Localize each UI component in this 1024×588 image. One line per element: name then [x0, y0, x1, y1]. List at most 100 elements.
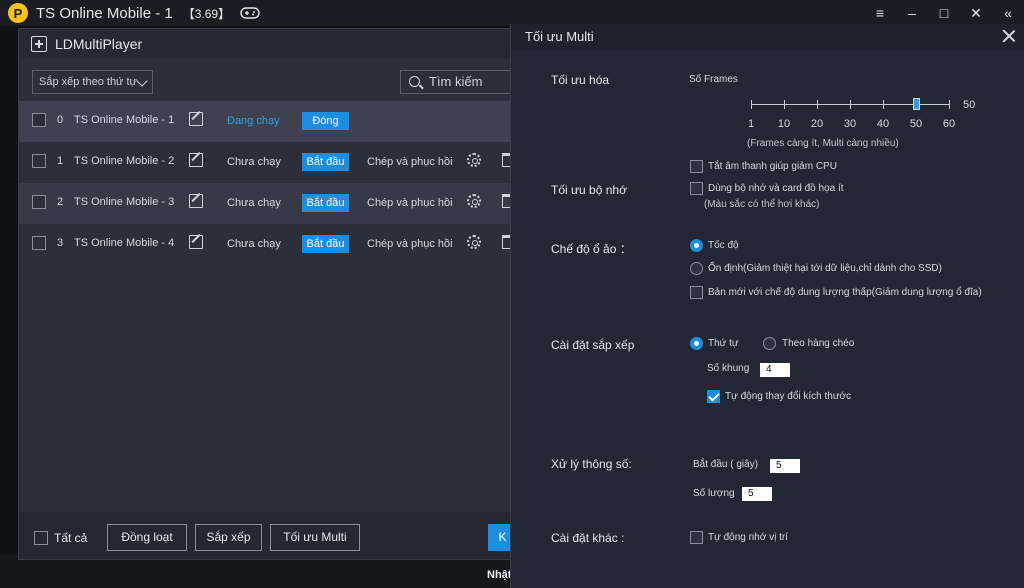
frames-slider-thumb[interactable] — [913, 98, 920, 110]
select-all-label: Tất cả — [54, 531, 88, 545]
low-memory-checkbox[interactable] — [690, 182, 703, 195]
search-placeholder: Tìm kiếm — [429, 74, 483, 89]
slider-tick — [751, 100, 752, 109]
disk-section-title: Chế độ ổ ảo ： — [551, 242, 632, 256]
instance-row[interactable]: 0 TS Online Mobile - 1 Đang chạy Đóng — [19, 101, 517, 142]
collapse-icon[interactable]: « — [992, 5, 1024, 21]
speed-radio[interactable] — [690, 239, 703, 252]
tick-label: 1 — [747, 118, 755, 130]
emulator-titlebar: P TS Online Mobile - 1 【3.69】 ≡ – □ ✕ « — [0, 0, 1024, 26]
auto-resize-checkbox[interactable] — [707, 390, 720, 403]
diagonal-radio[interactable] — [763, 337, 776, 350]
count-input[interactable]: 5 — [742, 487, 772, 501]
tick-label: 10 — [777, 118, 791, 130]
backup-restore-link[interactable]: Chép và phục hồi — [367, 156, 453, 168]
count-label: Số lượng — [693, 488, 735, 499]
start-button[interactable]: Bắt đầu — [302, 194, 349, 212]
instance-row[interactable]: 1 TS Online Mobile - 2 Chưa chạy Bắt đầu… — [19, 142, 517, 183]
frames-label: Số Frames — [689, 74, 738, 85]
row-index: 3 — [57, 237, 64, 249]
order-label: Thứ tự — [708, 338, 739, 349]
arrange-section-title: Cài đặt sắp xếp — [551, 338, 635, 352]
mute-label: Tắt âm thanh giúp giảm CPU — [708, 161, 837, 172]
slider-tick — [850, 100, 851, 109]
search-input[interactable]: Tìm kiếm — [400, 70, 519, 94]
backup-restore-link[interactable]: Chép và phục hồi — [367, 197, 453, 209]
window-title: TS Online Mobile - 1 — [36, 4, 173, 22]
search-icon — [409, 76, 420, 87]
background-text: Nhật — [487, 569, 512, 581]
maximize-icon[interactable]: □ — [928, 5, 960, 21]
low-capacity-checkbox[interactable] — [690, 286, 703, 299]
instance-row[interactable]: 2 TS Online Mobile - 3 Chưa chạy Bắt đầu… — [19, 183, 517, 224]
tick-label: 50 — [909, 118, 923, 130]
other-section-title: Cài đặt khác : — [551, 531, 625, 545]
start-button[interactable]: Bắt đầu — [302, 235, 349, 253]
minimize-icon[interactable]: – — [896, 5, 928, 21]
edit-icon[interactable] — [189, 194, 203, 208]
start-seconds-input[interactable]: 5 — [770, 459, 800, 473]
chevron-down-icon — [136, 75, 148, 87]
close-icon[interactable] — [1002, 29, 1016, 43]
row-name: TS Online Mobile - 2 — [74, 155, 175, 167]
sort-button[interactable]: Sắp xếp — [195, 524, 262, 551]
ld-toolbar: Sắp xếp theo thứ tự Tìm kiếm — [19, 59, 519, 101]
row-index: 0 — [57, 114, 64, 126]
slider-tick — [883, 100, 884, 109]
optimize-section-title: Tối ưu hóa — [551, 73, 610, 87]
stable-radio[interactable] — [690, 262, 703, 275]
row-checkbox[interactable] — [32, 113, 46, 127]
version-label: 【3.69】 — [182, 6, 231, 21]
dialog-header: Tối ưu Multi — [511, 24, 1024, 50]
edit-icon[interactable] — [189, 153, 203, 167]
row-name: TS Online Mobile - 1 — [74, 114, 175, 126]
auto-resize-label: Tự động thay đổi kích thước — [725, 391, 852, 402]
diagonal-label: Theo hàng chéo — [782, 338, 855, 349]
frames-value: 50 — [963, 99, 976, 111]
mute-checkbox[interactable] — [690, 160, 703, 173]
frames-count-input[interactable]: 4 — [760, 363, 790, 377]
tick-label: 60 — [942, 118, 956, 130]
remember-position-checkbox[interactable] — [690, 531, 703, 544]
gear-icon[interactable] — [467, 194, 481, 208]
edit-icon[interactable] — [189, 235, 203, 249]
slider-tick — [949, 100, 950, 109]
sort-dropdown[interactable]: Sắp xếp theo thứ tự — [32, 70, 153, 94]
menu-icon[interactable]: ≡ — [864, 5, 896, 21]
row-name: TS Online Mobile - 3 — [74, 196, 175, 208]
gear-icon[interactable] — [467, 153, 481, 167]
backup-restore-link[interactable]: Chép và phục hồi — [367, 238, 453, 250]
row-checkbox[interactable] — [32, 154, 46, 168]
instance-list: 0 TS Online Mobile - 1 Đang chạy Đóng 1 … — [19, 101, 517, 265]
dialog-title: Tối ưu Multi — [525, 29, 594, 44]
sort-dropdown-label: Sắp xếp theo thứ tự — [39, 76, 137, 88]
optimize-multi-button[interactable]: Tối ưu Multi — [270, 524, 360, 551]
row-status: Chưa chạy — [227, 197, 281, 209]
row-checkbox[interactable] — [32, 236, 46, 250]
row-status: Đang chạy — [227, 115, 280, 127]
ld-header: LDMultiPlayer — [19, 29, 517, 59]
tick-label: 30 — [843, 118, 857, 130]
optimize-multi-dialog: Tối ưu Multi Tối ưu hóa Số Frames 50 1 1… — [510, 24, 1024, 588]
select-all-checkbox[interactable] — [34, 531, 48, 545]
plus-icon — [31, 36, 47, 52]
memory-section-title: Tối ưu bộ nhớ — [551, 183, 627, 197]
row-index: 2 — [57, 196, 64, 208]
close-window-icon[interactable]: ✕ — [960, 5, 992, 22]
gamepad-icon[interactable] — [240, 6, 260, 20]
start-seconds-label: Bắt đầu ( giây) — [693, 459, 759, 470]
stable-label: Ổn định(Giảm thiệt hại tới dữ liệu,chỉ d… — [708, 263, 942, 274]
start-button[interactable]: Bắt đầu — [302, 153, 349, 171]
stop-button[interactable]: Đóng — [302, 112, 349, 130]
row-checkbox[interactable] — [32, 195, 46, 209]
row-name: TS Online Mobile - 4 — [74, 237, 175, 249]
low-capacity-label: Bản mới với chế độ dung lượng thấp(Giảm … — [708, 287, 982, 298]
row-status: Chưa chạy — [227, 238, 281, 250]
edit-icon[interactable] — [189, 112, 203, 126]
instance-row[interactable]: 3 TS Online Mobile - 4 Chưa chạy Bắt đầu… — [19, 224, 517, 265]
speed-label: Tốc độ — [708, 240, 739, 251]
order-radio[interactable] — [690, 337, 703, 350]
tick-label: 20 — [810, 118, 824, 130]
batch-button[interactable]: Đồng loạt — [107, 524, 187, 551]
gear-icon[interactable] — [467, 235, 481, 249]
